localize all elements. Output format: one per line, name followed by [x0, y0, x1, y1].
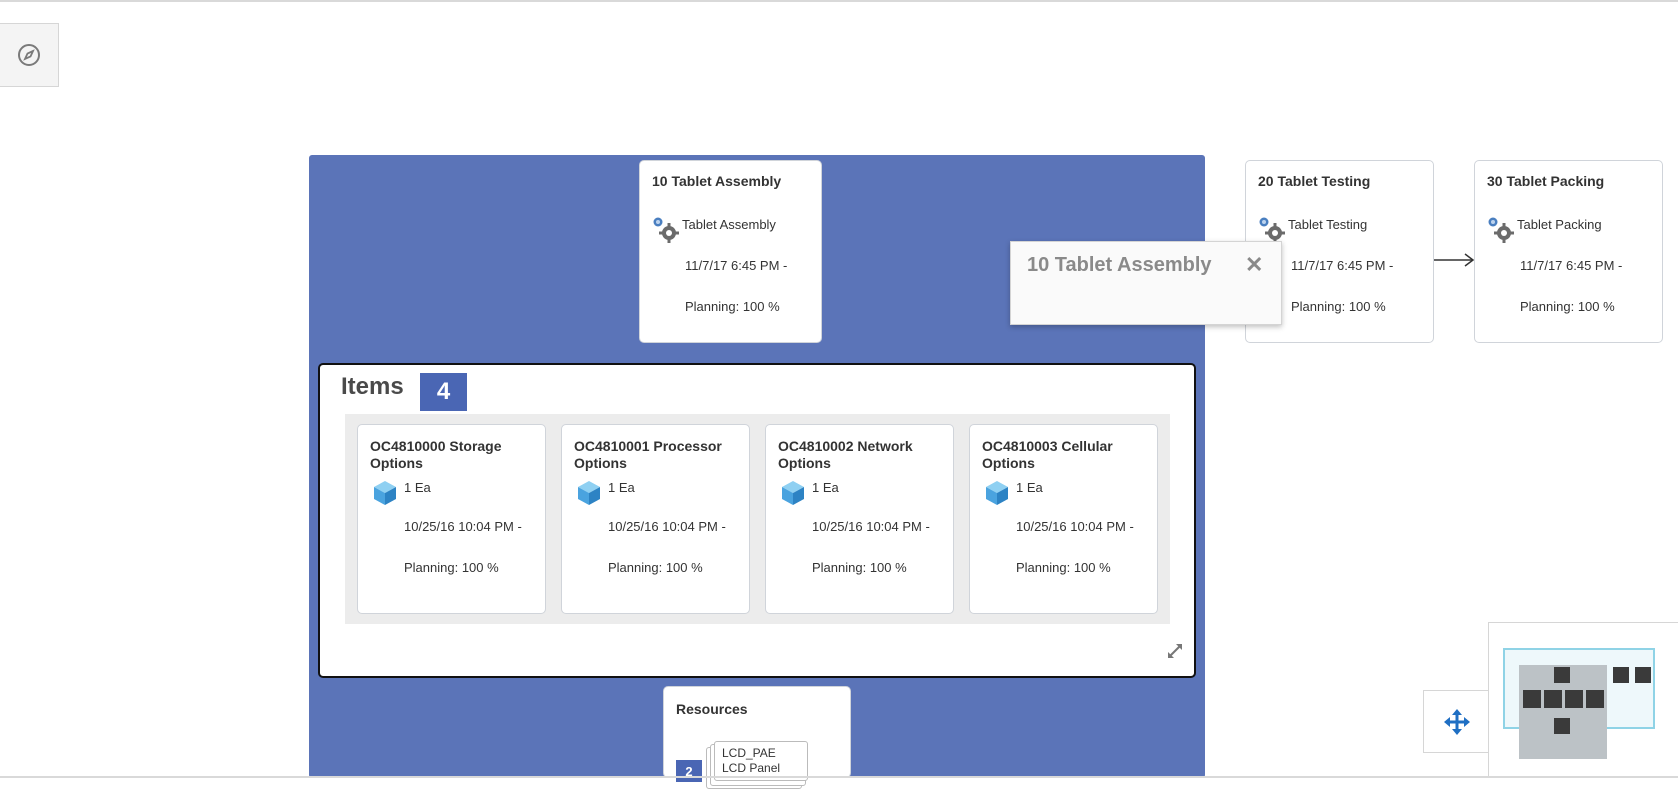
- operation-planning: Planning: 100 %: [685, 299, 780, 314]
- operation-resource: Tablet Assembly: [682, 216, 776, 232]
- item-quantity: 1 Ea: [812, 480, 839, 495]
- item-planning: Planning: 100 %: [812, 560, 907, 575]
- items-title: Items: [341, 373, 404, 400]
- item-planning: Planning: 100 %: [404, 560, 499, 575]
- minimap-node: [1613, 667, 1629, 683]
- item-quantity: 1 Ea: [1016, 480, 1043, 495]
- top-border: [0, 0, 1678, 2]
- cube-icon: [986, 481, 1008, 505]
- item-card[interactable]: OC4810000 Storage Options 1 Ea 10/25/16 …: [357, 424, 546, 614]
- gear-icon: [1488, 217, 1514, 243]
- item-card[interactable]: OC4810003 Cellular Options 1 Ea 10/25/16…: [969, 424, 1158, 614]
- close-icon[interactable]: ✕: [1245, 252, 1263, 278]
- pan-move-icon: [1444, 708, 1470, 735]
- popup-title: 10 Tablet Assembly: [1027, 254, 1212, 276]
- compass-button[interactable]: [0, 23, 59, 87]
- operation-planning: Planning: 100 %: [1520, 299, 1615, 314]
- overview-minimap[interactable]: [1488, 622, 1678, 778]
- resources-title: Resources: [676, 701, 748, 717]
- operation-date: 11/7/17 6:45 PM -: [685, 258, 788, 273]
- item-date: 10/25/16 10:04 PM -: [404, 519, 522, 534]
- gear-icon: [1259, 217, 1285, 243]
- operation-title: 10 Tablet Assembly: [652, 173, 782, 189]
- minimap-node: [1635, 667, 1651, 683]
- operation-date: 11/7/17 6:45 PM -: [1520, 258, 1623, 273]
- item-planning: Planning: 100 %: [608, 560, 703, 575]
- operation-resource: Tablet Packing: [1517, 216, 1602, 232]
- operation-card-10[interactable]: 10 Tablet Assembly Tablet Assembly 11/7/…: [639, 160, 822, 343]
- resources-card[interactable]: Resources LCD_PAE LCD Panel 2: [663, 686, 851, 789]
- minimap-node: [1554, 667, 1570, 683]
- item-title: OC4810001 Processor Options: [574, 438, 722, 471]
- expand-icon[interactable]: [1166, 642, 1184, 660]
- operation-resource: Tablet Testing: [1288, 216, 1368, 232]
- operation-date: 11/7/17 6:45 PM -: [1291, 258, 1394, 273]
- items-panel[interactable]: Items 4 OC4810000 Storage Options 1 Ea 1…: [318, 363, 1196, 678]
- item-date: 10/25/16 10:04 PM -: [608, 519, 726, 534]
- item-date: 10/25/16 10:04 PM -: [1016, 519, 1134, 534]
- operation-title: 20 Tablet Testing: [1258, 173, 1371, 189]
- operation-planning: Planning: 100 %: [1291, 299, 1386, 314]
- item-quantity: 1 Ea: [608, 480, 635, 495]
- item-quantity: 1 Ea: [404, 480, 431, 495]
- item-title: OC4810000 Storage Options: [370, 438, 502, 471]
- items-tray: OC4810000 Storage Options 1 Ea 10/25/16 …: [345, 414, 1170, 624]
- cube-icon: [782, 481, 804, 505]
- resource-name: LCD Panel: [722, 761, 781, 775]
- item-planning: Planning: 100 %: [1016, 560, 1111, 575]
- minimap-node: [1565, 690, 1583, 708]
- minimap-node: [1586, 690, 1604, 708]
- gear-icon: [653, 217, 679, 243]
- operation-title: 30 Tablet Packing: [1487, 173, 1605, 189]
- minimap-node: [1544, 690, 1562, 708]
- item-title: OC4810002 Network Options: [778, 438, 913, 471]
- minimap-node: [1523, 690, 1541, 708]
- pan-button[interactable]: [1423, 690, 1490, 753]
- item-card[interactable]: OC4810002 Network Options 1 Ea 10/25/16 …: [765, 424, 954, 614]
- items-count-badge: 4: [420, 373, 467, 411]
- cube-icon: [374, 481, 396, 505]
- compass-icon: [18, 44, 40, 66]
- operation-card-30[interactable]: 30 Tablet Packing Tablet Packing 11/7/17…: [1474, 160, 1663, 343]
- resource-name: LCD_PAE: [722, 746, 776, 760]
- cube-icon: [578, 481, 600, 505]
- item-date: 10/25/16 10:04 PM -: [812, 519, 930, 534]
- minimap-node: [1554, 718, 1570, 734]
- arrow-right-icon: [1434, 253, 1475, 267]
- item-title: OC4810003 Cellular Options: [982, 438, 1113, 471]
- operation-popup: 10 Tablet Assembly ✕: [1010, 241, 1282, 325]
- item-card[interactable]: OC4810001 Processor Options 1 Ea 10/25/1…: [561, 424, 750, 614]
- resource-count-badge: 2: [676, 760, 702, 782]
